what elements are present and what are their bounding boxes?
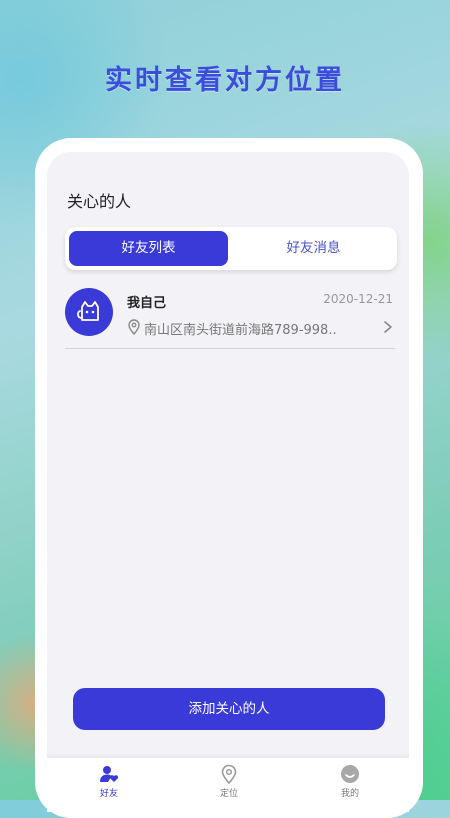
friend-date: 2020-12-21 bbox=[323, 292, 393, 306]
location-pin-icon bbox=[128, 319, 140, 335]
tab-locate[interactable]: 定位 bbox=[199, 764, 259, 799]
tab-mine-label: 我的 bbox=[340, 789, 359, 799]
tab-friend-list[interactable]: 好友列表 bbox=[69, 231, 228, 266]
tab-friends-label: 好友 bbox=[99, 789, 118, 799]
face-icon bbox=[341, 765, 359, 783]
friend-address: 南山区南头街道前海路789-998.. bbox=[144, 323, 337, 338]
phone-frame: 关心的人 好友列表 好友消息 我自己 2020-12-21 南山区南头街道前海路… bbox=[35, 138, 423, 818]
location-pin-icon bbox=[221, 764, 237, 784]
friend-name: 我自己 bbox=[127, 296, 167, 311]
cat-icon bbox=[77, 301, 99, 321]
page-title: 关心的人 bbox=[67, 192, 132, 211]
promo-title: 实时查看对方位置 bbox=[105, 65, 345, 96]
friend-icon bbox=[100, 766, 119, 782]
app-screen: 关心的人 好友列表 好友消息 我自己 2020-12-21 南山区南头街道前海路… bbox=[47, 152, 409, 812]
chevron-right-icon[interactable] bbox=[383, 320, 393, 334]
add-caring-person-button[interactable]: 添加关心的人 bbox=[73, 688, 385, 730]
tab-locate-label: 定位 bbox=[219, 789, 238, 799]
bottom-tab-bar: 好友 定位 我的 bbox=[47, 758, 409, 812]
tab-friends[interactable]: 好友 bbox=[79, 764, 139, 799]
segmented-control: 好友列表 好友消息 bbox=[65, 227, 397, 270]
friend-list-item[interactable]: 我自己 2020-12-21 南山区南头街道前海路789-998.. bbox=[65, 286, 395, 349]
tab-mine[interactable]: 我的 bbox=[320, 764, 380, 799]
tab-friend-messages[interactable]: 好友消息 bbox=[234, 231, 393, 266]
avatar bbox=[65, 288, 113, 336]
